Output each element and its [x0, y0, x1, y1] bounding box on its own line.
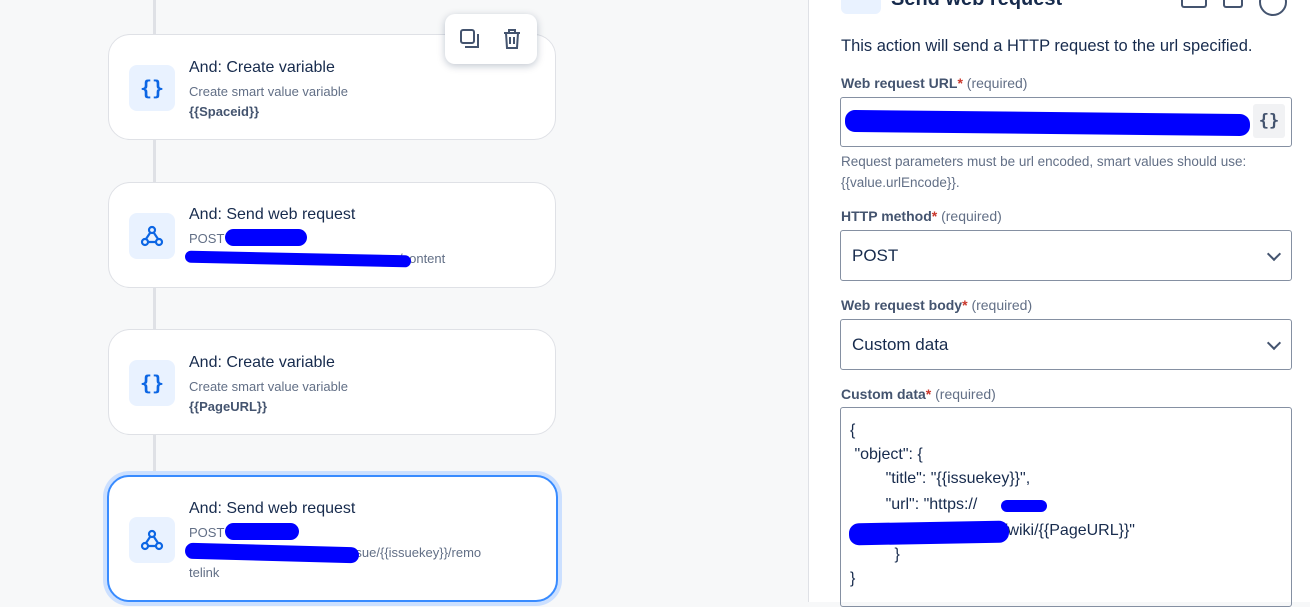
code-line: { [850, 422, 856, 439]
redaction-mark [844, 109, 1251, 137]
code-line: } [850, 546, 900, 563]
action-config-panel: Send web request This action will send a… [808, 0, 1310, 607]
redaction-mark [184, 542, 360, 564]
url-help-text: Request parameters must be url encoded, … [841, 154, 1247, 190]
custom-data-label: Custom data* (required) [841, 386, 996, 402]
webhook-icon [841, 0, 881, 14]
card-title: And: Create variable [189, 354, 335, 371]
card-value-continued: telink [189, 565, 220, 580]
flow-canvas: {} And: Create variable Create smart val… [0, 0, 808, 602]
card-subtitle: Create smart value variable [189, 84, 348, 99]
trash-icon[interactable] [499, 26, 525, 52]
web-request-body-select[interactable]: Custom data [840, 319, 1292, 370]
http-method-value: POST [852, 246, 899, 265]
curly-braces-icon: {} [129, 65, 175, 111]
card-subtitle: POST [189, 231, 225, 246]
card-value: {{Spaceid}} [189, 104, 260, 119]
custom-data-textarea[interactable]: { "object": { "title": "{{issuekey}}", "… [840, 407, 1292, 607]
web-request-body-value: Custom data [852, 335, 949, 354]
help-icon[interactable] [1259, 0, 1287, 16]
webhook-icon [129, 517, 175, 563]
redaction-mark [848, 520, 1010, 546]
card-title: And: Send web request [189, 206, 356, 223]
redaction-mark [184, 250, 412, 268]
http-method-select[interactable]: POST [840, 230, 1292, 281]
code-line: "object": { [850, 446, 923, 463]
code-line: /wiki/{{PageURL}}" [1003, 522, 1135, 539]
card-title: And: Create variable [189, 59, 335, 76]
flow-card-create-variable-pageurl[interactable]: {} And: Create variable Create smart val… [108, 329, 556, 435]
web-request-url-input[interactable]: {} [840, 97, 1292, 147]
redaction-mark [225, 229, 307, 246]
chevron-down-icon [1266, 246, 1282, 261]
card-title: And: Send web request [189, 500, 356, 517]
flow-card-send-web-request-remotelink[interactable]: And: Send web request POST t/api/3/issue… [107, 475, 558, 602]
code-line: } [850, 570, 856, 587]
web-request-body-label: Web request body* (required) [841, 297, 1033, 313]
card-subtitle: Create smart value variable [189, 379, 348, 394]
http-method-label: HTTP method* (required) [841, 208, 1002, 224]
code-line: "url": "https:// [850, 496, 978, 513]
code-line: "title": "{{issuekey}}", [850, 470, 1031, 487]
curly-braces-icon: {} [129, 360, 175, 406]
smart-value-button[interactable]: {} [1253, 104, 1285, 138]
card-subtitle: POST [189, 525, 225, 540]
card-toolbar [445, 14, 537, 64]
panel-title: Send web request [891, 0, 1062, 11]
flow-card-send-web-request-content[interactable]: And: Send web request POST /content [108, 182, 556, 288]
redaction-mark [225, 523, 299, 540]
card-value: {{PageURL}} [189, 399, 268, 414]
action-description: This action will send a HTTP request to … [841, 37, 1253, 55]
chevron-down-icon [1266, 335, 1282, 350]
redaction-mark [1001, 500, 1047, 512]
duplicate-icon[interactable] [457, 26, 483, 52]
duplicate-icon[interactable] [1181, 0, 1207, 8]
trash-icon[interactable] [1223, 0, 1243, 8]
webhook-icon [129, 213, 175, 259]
url-label: Web request URL* (required) [841, 75, 1028, 91]
